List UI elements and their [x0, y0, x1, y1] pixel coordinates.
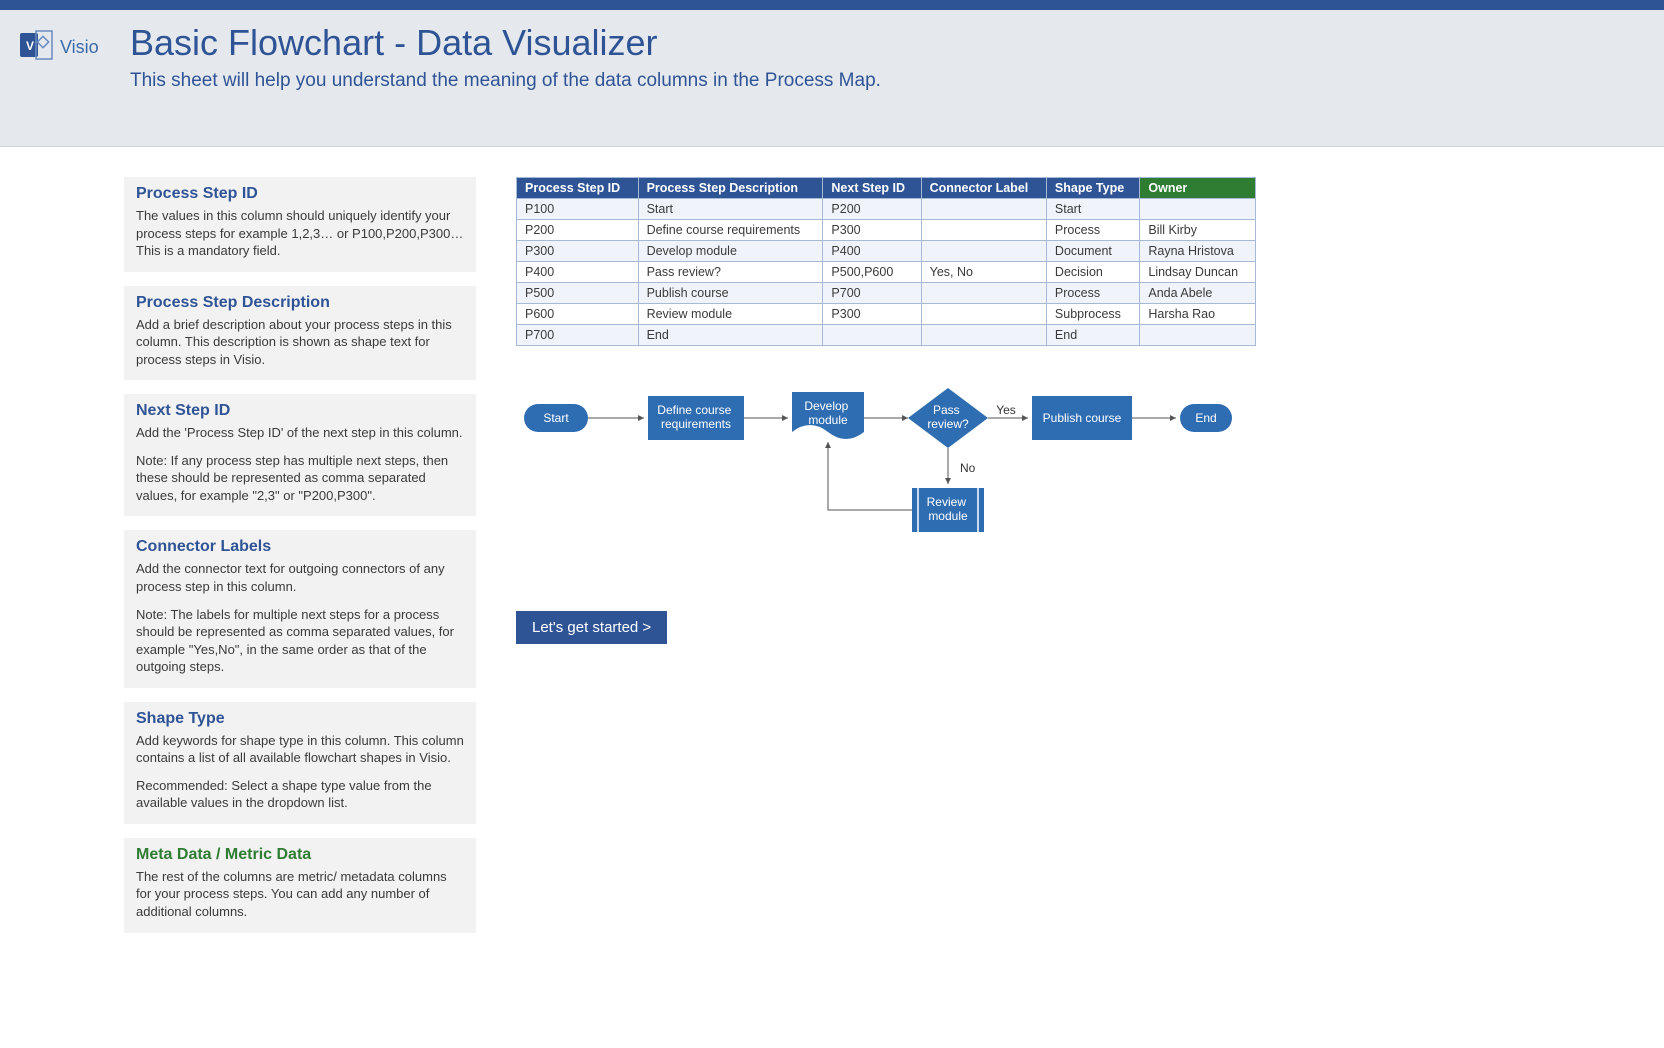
table-cell: Start — [1046, 199, 1139, 220]
app-logo: V Visio — [20, 28, 120, 128]
table-cell: P200 — [823, 199, 921, 220]
definition-card: Process Step ID The values in this column… — [124, 177, 476, 272]
definition-title: Process Step ID — [136, 185, 464, 203]
svg-text:Develop module: Develop module — [804, 399, 851, 427]
table-cell: End — [638, 325, 823, 346]
table-cell — [921, 199, 1046, 220]
table-cell: Review module — [638, 304, 823, 325]
page-subtitle: This sheet will help you understand the … — [130, 70, 1644, 92]
table-cell: Define course requirements — [638, 220, 823, 241]
table-cell — [823, 325, 921, 346]
table-cell: Process — [1046, 220, 1139, 241]
definition-title: Connector Labels — [136, 538, 464, 556]
table-cell: Publish course — [638, 283, 823, 304]
table-cell: Start — [638, 199, 823, 220]
definition-text: Add a brief description about your proce… — [136, 316, 464, 369]
flowchart-diagram: Start Define course requirements Develop… — [516, 376, 1256, 581]
header-banner: V Visio Basic Flowchart - Data Visualize… — [0, 10, 1664, 147]
flow-start: Start — [543, 411, 569, 425]
svg-text:Define course requir: Define course requirements — [657, 403, 734, 431]
table-cell — [1140, 199, 1256, 220]
definition-text: Note: If any process step has multiple n… — [136, 452, 464, 505]
definition-title: Process Step Description — [136, 294, 464, 312]
table-cell: Decision — [1046, 262, 1139, 283]
definition-text: Add keywords for shape type in this colu… — [136, 732, 464, 767]
svg-text:Pass review?: Pass review? — [927, 403, 969, 431]
table-header: Owner — [1140, 178, 1256, 199]
flow-define-l1: Define course — [657, 403, 731, 417]
table-header: Shape Type — [1046, 178, 1139, 199]
table-cell: P700 — [823, 283, 921, 304]
table-cell: P500 — [517, 283, 639, 304]
definition-card: Connector Labels Add the connector text f… — [124, 530, 476, 687]
table-cell: P300 — [823, 220, 921, 241]
definition-text: The values in this column should uniquel… — [136, 207, 464, 260]
table-cell: Develop module — [638, 241, 823, 262]
definition-text: Recommended: Select a shape type value f… — [136, 777, 464, 812]
table-cell: End — [1046, 325, 1139, 346]
table-header: Connector Label — [921, 178, 1046, 199]
page-title: Basic Flowchart - Data Visualizer — [130, 22, 1644, 64]
definition-card: Meta Data / Metric Data The rest of the c… — [124, 838, 476, 933]
table-cell — [921, 220, 1046, 241]
table-cell — [921, 325, 1046, 346]
table-cell: P300 — [823, 304, 921, 325]
definition-card: Process Step Description Add a brief desc… — [124, 286, 476, 381]
table-cell: Process — [1046, 283, 1139, 304]
table-row: P500Publish courseP700 ProcessAnda Abele — [517, 283, 1256, 304]
definitions-column: Process Step ID The values in this column… — [124, 177, 476, 933]
table-cell: P700 — [517, 325, 639, 346]
table-cell — [1140, 325, 1256, 346]
table-cell: P500,P600 — [823, 262, 921, 283]
table-cell — [921, 304, 1046, 325]
svg-text:Review module: Review module — [927, 495, 970, 523]
definition-text: Add the connector text for outgoing conn… — [136, 560, 464, 595]
visio-icon: V — [20, 28, 54, 67]
table-cell — [921, 283, 1046, 304]
flow-no: No — [960, 461, 976, 475]
definition-card: Shape Type Add keywords for shape type in… — [124, 702, 476, 824]
table-header: Next Step ID — [823, 178, 921, 199]
table-row: P600Review moduleP300 SubprocessHarsha Ra… — [517, 304, 1256, 325]
table-cell: P400 — [517, 262, 639, 283]
flow-end: End — [1195, 411, 1216, 425]
table-cell: Pass review? — [638, 262, 823, 283]
flow-define-l2: requirements — [661, 417, 731, 431]
flow-yes: Yes — [996, 403, 1016, 417]
app-name: Visio — [60, 37, 99, 58]
table-cell: Document — [1046, 241, 1139, 262]
table-cell: Anda Abele — [1140, 283, 1256, 304]
definition-card: Next Step ID Add the 'Process Step ID' of… — [124, 394, 476, 516]
table-header: Process Step Description — [638, 178, 823, 199]
flow-publish: Publish course — [1043, 411, 1122, 425]
table-cell: Harsha Rao — [1140, 304, 1256, 325]
table-row: P100StartP200Start — [517, 199, 1256, 220]
table-cell: Lindsay Duncan — [1140, 262, 1256, 283]
table-row: P300Develop moduleP400 DocumentRayna Hris… — [517, 241, 1256, 262]
table-cell: P100 — [517, 199, 639, 220]
definition-text: Note: The labels for multiple next steps… — [136, 606, 464, 676]
definition-text: Add the 'Process Step ID' of the next st… — [136, 424, 464, 442]
table-cell: P200 — [517, 220, 639, 241]
table-cell: P400 — [823, 241, 921, 262]
table-header: Process Step ID — [517, 178, 639, 199]
table-row: P700EndEnd — [517, 325, 1256, 346]
table-cell — [921, 241, 1046, 262]
table-cell: P300 — [517, 241, 639, 262]
definition-title: Shape Type — [136, 710, 464, 728]
table-cell: P600 — [517, 304, 639, 325]
definition-text: The rest of the columns are metric/ meta… — [136, 868, 464, 921]
table-cell: Subprocess — [1046, 304, 1139, 325]
table-cell: Yes, No — [921, 262, 1046, 283]
table-cell: Bill Kirby — [1140, 220, 1256, 241]
get-started-button[interactable]: Let's get started > — [516, 611, 667, 644]
definition-title: Meta Data / Metric Data — [136, 846, 464, 864]
definition-title: Next Step ID — [136, 402, 464, 420]
table-row: P400Pass review?P500,P600Yes, NoDecision… — [517, 262, 1256, 283]
process-map-table: Process Step IDProcess Step DescriptionN… — [516, 177, 1256, 346]
table-row: P200Define course requirementsP300 Proces… — [517, 220, 1256, 241]
svg-text:V: V — [26, 39, 34, 53]
top-accent-bar — [0, 0, 1664, 10]
table-cell: Rayna Hristova — [1140, 241, 1256, 262]
